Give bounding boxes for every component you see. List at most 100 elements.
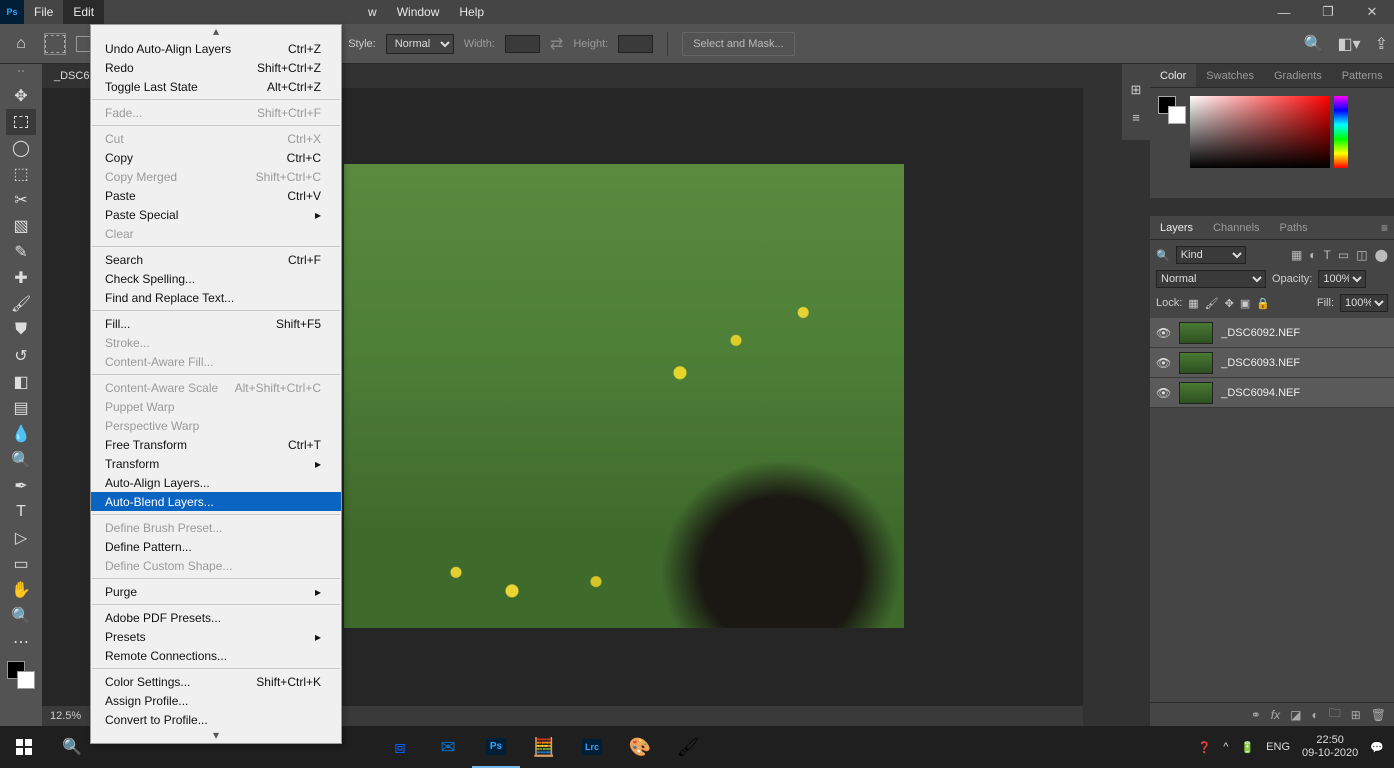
filter-shape-icon[interactable]: ▭ <box>1338 248 1349 262</box>
home-button[interactable]: ⌂ <box>8 31 34 57</box>
tray-chevron-icon[interactable]: ^ <box>1223 741 1228 753</box>
path-select-tool[interactable]: ▷ <box>6 525 36 551</box>
search-button[interactable]: 🔍 <box>48 726 96 768</box>
taskbar-paint[interactable]: 🎨 <box>616 726 664 768</box>
menu-item[interactable]: Check Spelling... <box>91 269 341 288</box>
layer-thumb[interactable] <box>1179 382 1213 404</box>
mask-icon[interactable]: ◪ <box>1290 708 1301 722</box>
tab-patterns[interactable]: Patterns <box>1332 64 1393 87</box>
window-close[interactable]: ✕ <box>1350 0 1394 24</box>
tray-lang[interactable]: ENG <box>1266 741 1290 753</box>
filter-toggle-icon[interactable]: ⬤ <box>1375 248 1388 262</box>
window-restore[interactable]: ❐ <box>1306 0 1350 24</box>
width-input[interactable] <box>505 35 540 53</box>
menu-item[interactable]: Find and Replace Text... <box>91 288 341 307</box>
blur-tool[interactable]: 💧 <box>6 421 36 447</box>
pen-tool[interactable]: ✒ <box>6 473 36 499</box>
lock-trans-icon[interactable]: ▦ <box>1188 297 1198 310</box>
color-picker-field[interactable] <box>1190 96 1330 168</box>
history-brush-tool[interactable]: ↺ <box>6 343 36 369</box>
taskbar-lightroom[interactable]: Lrc <box>568 726 616 768</box>
filter-adjust-icon[interactable]: ◐ <box>1309 248 1316 262</box>
frame-tool[interactable]: ▧ <box>6 213 36 239</box>
menu-item[interactable]: Presets▸ <box>91 627 341 646</box>
workspace-icon[interactable]: ◧▾ <box>1337 34 1360 54</box>
menu-item[interactable]: Remote Connections... <box>91 646 341 665</box>
marquee-tool[interactable] <box>6 109 36 135</box>
menu-item[interactable]: Fill...Shift+F5 <box>91 314 341 333</box>
lock-pos-icon[interactable]: ✥ <box>1225 297 1234 310</box>
group-icon[interactable]: 🗀 <box>1329 704 1341 725</box>
panel-icon-1[interactable]: ⊞ <box>1131 82 1142 98</box>
crop-tool[interactable]: ✂ <box>6 187 36 213</box>
taskbar-mail[interactable]: ✉ <box>424 726 472 768</box>
menu-item[interactable]: PasteCtrl+V <box>91 186 341 205</box>
height-input[interactable] <box>618 35 653 53</box>
menu-item[interactable]: Toggle Last StateAlt+Ctrl+Z <box>91 77 341 96</box>
menu-item[interactable]: Undo Auto-Align LayersCtrl+Z <box>91 39 341 58</box>
object-select-tool[interactable]: ⬚ <box>6 161 36 187</box>
healing-tool[interactable]: ✚ <box>6 265 36 291</box>
menu-item[interactable]: Auto-Blend Layers... <box>91 492 341 511</box>
menu-item[interactable]: Transform▸ <box>91 454 341 473</box>
move-tool[interactable]: ✥ <box>6 83 36 109</box>
zoom-tool[interactable]: 🔍 <box>6 603 36 629</box>
stamp-tool[interactable]: ⛊ <box>6 317 36 343</box>
tab-color[interactable]: Color <box>1150 64 1196 87</box>
taskbar-calculator[interactable]: 🧮 <box>520 726 568 768</box>
gradient-tool[interactable]: ▤ <box>6 395 36 421</box>
tab-layers[interactable]: Layers <box>1150 216 1203 239</box>
lasso-tool[interactable]: ◯ <box>6 135 36 161</box>
tab-channels[interactable]: Channels <box>1203 216 1269 239</box>
select-and-mask-button[interactable]: Select and Mask... <box>682 32 795 56</box>
layer-row[interactable]: 👁 _DSC6093.NEF <box>1150 348 1394 378</box>
menu-item[interactable]: Free TransformCtrl+T <box>91 435 341 454</box>
taskbar-app[interactable]: 🖌 <box>664 726 712 768</box>
tab-paths[interactable]: Paths <box>1270 216 1318 239</box>
start-button[interactable] <box>0 726 48 768</box>
search-icon[interactable]: 🔍 <box>1304 34 1324 54</box>
layer-row[interactable]: 👁 _DSC6094.NEF <box>1150 378 1394 408</box>
menu-item[interactable]: Assign Profile... <box>91 691 341 710</box>
style-select[interactable]: Normal <box>386 34 454 54</box>
visibility-icon[interactable]: 👁 <box>1156 386 1171 400</box>
hue-slider[interactable] <box>1334 96 1348 168</box>
menu-scroll-up[interactable]: ▴ <box>91 25 341 39</box>
menu-partial[interactable]: w <box>358 0 387 24</box>
menu-item[interactable]: Convert to Profile... <box>91 710 341 729</box>
taskbar-dropbox[interactable]: ⧈ <box>376 726 424 768</box>
menu-item[interactable]: Paste Special▸ <box>91 205 341 224</box>
menu-item[interactable]: SearchCtrl+F <box>91 250 341 269</box>
menu-item[interactable]: CopyCtrl+C <box>91 148 341 167</box>
tray-battery-icon[interactable]: 🔋 <box>1240 741 1254 754</box>
menu-help[interactable]: Help <box>449 0 494 24</box>
panel-icon-2[interactable]: ≡ <box>1132 110 1140 125</box>
brush-tool[interactable]: 🖌 <box>6 291 36 317</box>
menu-file[interactable]: File <box>24 0 63 24</box>
menu-window[interactable]: Window <box>387 0 450 24</box>
filter-pixel-icon[interactable]: ▦ <box>1291 248 1302 262</box>
filter-type-icon[interactable]: T <box>1324 248 1331 262</box>
eraser-tool[interactable]: ◧ <box>6 369 36 395</box>
adjustment-icon[interactable]: ◐ <box>1311 708 1318 722</box>
visibility-icon[interactable]: 👁 <box>1156 326 1171 340</box>
layers-panel-menu[interactable]: ≡ <box>1375 216 1394 239</box>
edit-toolbar[interactable]: ⋯ <box>6 629 36 655</box>
opacity-input[interactable]: 100% <box>1318 270 1366 288</box>
eyedropper-tool[interactable]: ✎ <box>6 239 36 265</box>
tool-preset[interactable] <box>44 33 66 55</box>
fg-bg-swatch[interactable] <box>7 661 35 689</box>
lock-all-icon[interactable]: 🔒 <box>1256 297 1270 310</box>
layer-row[interactable]: 👁 _DSC6092.NEF <box>1150 318 1394 348</box>
layer-thumb[interactable] <box>1179 322 1213 344</box>
menu-item[interactable]: Color Settings...Shift+Ctrl+K <box>91 672 341 691</box>
menu-item[interactable]: RedoShift+Ctrl+Z <box>91 58 341 77</box>
link-layers-icon[interactable]: ⚭ <box>1251 708 1261 722</box>
visibility-icon[interactable]: 👁 <box>1156 356 1171 370</box>
dodge-tool[interactable]: 🔍 <box>6 447 36 473</box>
menu-scroll-down[interactable]: ▾ <box>91 729 341 743</box>
menu-edit[interactable]: Edit <box>63 0 104 24</box>
blend-mode-select[interactable]: Normal <box>1156 270 1266 288</box>
fill-input[interactable]: 100% <box>1340 294 1388 312</box>
fx-icon[interactable]: fx <box>1271 708 1280 722</box>
